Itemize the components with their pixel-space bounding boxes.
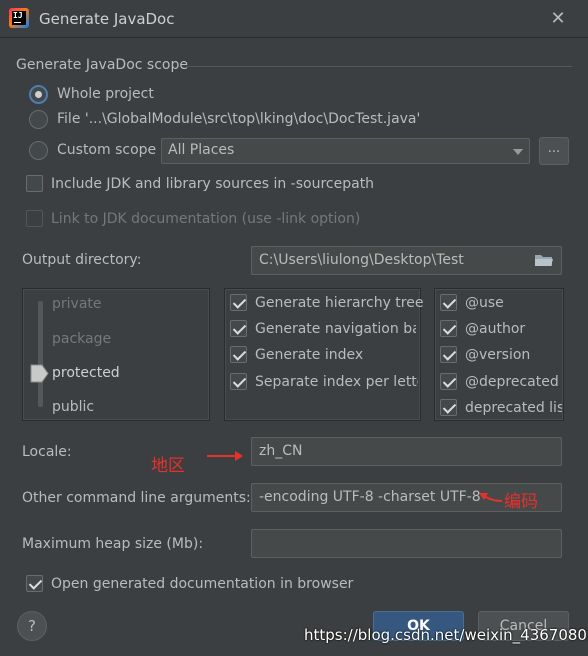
include-jdk-label[interactable]: Include JDK and library sources in -sour… — [51, 176, 374, 192]
author-tag-checkbox[interactable] — [440, 320, 457, 337]
separate-index-checkbox[interactable] — [230, 373, 247, 390]
hierarchy-tree-label[interactable]: Generate hierarchy tree — [255, 295, 423, 311]
version-tag-label[interactable]: @version — [465, 347, 530, 363]
visibility-package[interactable]: package — [52, 331, 111, 347]
watermark-url: https://blog.csdn.net/weixin_43670802 — [304, 626, 588, 644]
open-browser-label[interactable]: Open generated documentation in browser — [51, 576, 353, 592]
version-tag-checkbox[interactable] — [440, 346, 457, 363]
separate-index-label[interactable]: Separate index per letter — [255, 374, 418, 390]
output-directory-label: Output directory: — [22, 252, 142, 268]
visibility-public[interactable]: public — [52, 399, 94, 415]
help-button[interactable]: ? — [17, 611, 47, 641]
browse-scope-button[interactable]: ... — [539, 137, 569, 165]
cmd-args-label: Other command line arguments: — [22, 490, 251, 506]
output-directory-field[interactable]: C:\Users\liulong\Desktop\Test — [251, 246, 562, 275]
chevron-down-icon — [513, 149, 523, 155]
output-directory-value: C:\Users\liulong\Desktop\Test — [259, 252, 464, 268]
visibility-private[interactable]: private — [52, 296, 102, 312]
arrow-left-icon — [479, 493, 503, 502]
locale-value: zh_CN — [259, 443, 303, 459]
deprecated-tag-checkbox[interactable] — [440, 373, 457, 390]
visibility-protected[interactable]: protected — [52, 365, 120, 381]
cmd-args-annotation: 编码 — [504, 492, 538, 512]
heap-size-field[interactable] — [251, 529, 562, 558]
generate-index-label[interactable]: Generate index — [255, 347, 363, 363]
custom-scope-dropdown[interactable]: All Places — [161, 138, 530, 164]
author-tag-label[interactable]: @author — [465, 321, 525, 337]
arrow-right-icon — [207, 451, 243, 461]
visibility-slider-thumb[interactable] — [30, 364, 49, 383]
navigation-bar-checkbox[interactable] — [230, 320, 247, 337]
use-tag-checkbox[interactable] — [440, 294, 457, 311]
file-option-label[interactable]: File '...\GlobalModule\src\top\lking\doc… — [57, 111, 420, 127]
include-jdk-checkbox[interactable] — [26, 175, 43, 192]
window-title: Generate JavaDoc — [39, 10, 175, 28]
link-jdk-checkbox — [26, 210, 43, 227]
use-tag-label[interactable]: @use — [465, 295, 504, 311]
navigation-bar-label[interactable]: Generate navigation bar — [255, 321, 416, 337]
section-divider — [186, 66, 572, 67]
locale-annotation: 地区 — [151, 456, 185, 476]
locale-field[interactable]: zh_CN — [251, 437, 562, 466]
deprecated-list-checkbox[interactable] — [440, 399, 457, 416]
folder-icon[interactable] — [535, 254, 553, 267]
generate-index-checkbox[interactable] — [230, 346, 247, 363]
radio-custom-scope[interactable] — [29, 141, 48, 160]
link-jdk-label: Link to JDK documentation (use -link opt… — [51, 211, 361, 227]
deprecated-tag-label[interactable]: @deprecated — [465, 374, 559, 390]
cmd-args-value: -encoding UTF-8 -charset UTF-8 — [259, 489, 481, 505]
deprecated-list-label[interactable]: deprecated list — [465, 400, 562, 416]
radio-file[interactable] — [29, 110, 48, 129]
open-browser-checkbox[interactable] — [26, 575, 43, 592]
whole-project-label[interactable]: Whole project — [57, 86, 154, 102]
visibility-panel — [22, 288, 210, 421]
close-icon[interactable]: ✕ — [548, 9, 568, 29]
scope-section-title: Generate JavaDoc scope — [16, 57, 188, 73]
intellij-app-icon: IJ — [9, 8, 29, 28]
heap-size-label: Maximum heap size (Mb): — [22, 536, 204, 552]
visibility-slider-track[interactable] — [38, 301, 43, 407]
custom-scope-value: All Places — [168, 142, 235, 158]
locale-label: Locale: — [22, 444, 72, 460]
hierarchy-tree-checkbox[interactable] — [230, 294, 247, 311]
radio-whole-project[interactable] — [29, 85, 48, 104]
custom-scope-label[interactable]: Custom scope — [57, 142, 156, 158]
